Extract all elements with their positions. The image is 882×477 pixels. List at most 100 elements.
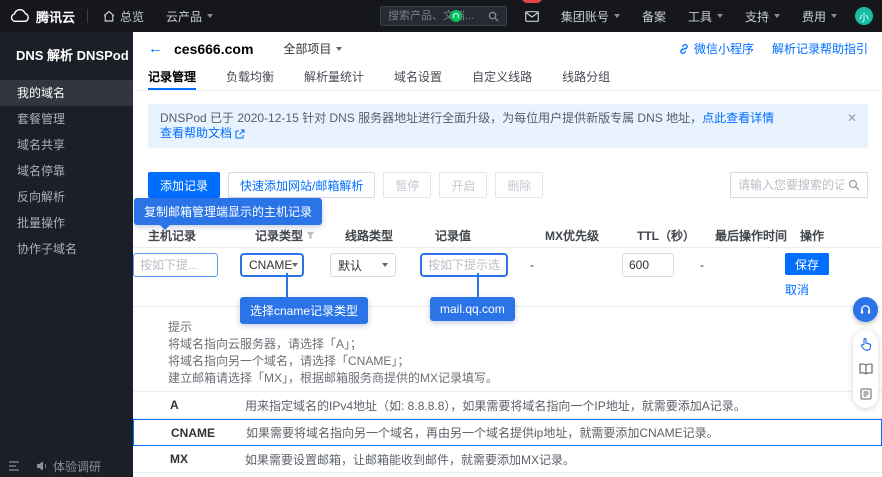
delete-button[interactable]: 删除 xyxy=(495,172,543,198)
collapse-sidebar-icon[interactable] xyxy=(8,461,20,471)
header-links: 微信小程序 解析记录帮助指引 xyxy=(678,40,868,57)
host-record-input[interactable] xyxy=(133,253,218,277)
message-count-badge: 99+ xyxy=(522,0,542,3)
record-table: 主机记录 记录类型 线路类型 记录值 MX优先级 TTL（秒） 最后操作时间 操… xyxy=(133,224,882,307)
help-guide-link[interactable]: 解析记录帮助指引 xyxy=(772,40,868,57)
column-line-type: 线路类型 xyxy=(345,227,435,244)
book-icon xyxy=(859,363,873,375)
chevron-down-icon xyxy=(336,47,342,51)
column-actions: 操作 xyxy=(800,227,882,244)
ttl-input[interactable] xyxy=(622,253,674,277)
nav-messages[interactable]: 99+ xyxy=(514,0,550,32)
megaphone-icon xyxy=(36,460,48,472)
nav-overview[interactable]: 总览 xyxy=(92,0,155,32)
link-icon xyxy=(678,43,690,55)
filter-icon[interactable] xyxy=(306,231,315,240)
type-row-cname: CNAME 如果需要将域名指向另一个域名，再由另一个域名提供ip地址，就需要添加… xyxy=(133,419,882,446)
chevron-down-icon xyxy=(831,14,837,18)
sidebar: DNS 解析 DNSPod 我的域名 套餐管理 域名共享 域名停靠 反向解析 批… xyxy=(0,32,133,477)
project-filter-dropdown[interactable]: 全部项目 xyxy=(283,40,342,57)
sidebar-item-reverse-dns[interactable]: 反向解析 xyxy=(0,184,133,210)
feedback-form-icon xyxy=(860,388,872,400)
save-button[interactable]: 保存 xyxy=(785,253,829,275)
upgrade-notice-banner: DNSPod 已于 2020-12-15 针对 DNS 服务器地址进行全面升级，… xyxy=(148,104,868,148)
line-type-select[interactable]: 默认 xyxy=(330,253,396,277)
host-record-tooltip: 复制邮箱管理端显示的主机记录 xyxy=(134,198,322,225)
survey-label: 体验调研 xyxy=(53,458,101,475)
record-table-header: 主机记录 记录类型 线路类型 记录值 MX优先级 TTL（秒） 最后操作时间 操… xyxy=(133,224,882,248)
survey-link[interactable]: 体验调研 xyxy=(36,458,101,475)
record-search-input[interactable] xyxy=(738,178,844,192)
feedback-button[interactable] xyxy=(858,386,874,402)
sidebar-item-batch-operations[interactable]: 批量操作 xyxy=(0,210,133,236)
envelope-icon xyxy=(525,11,539,22)
column-ttl: TTL（秒） xyxy=(637,227,715,244)
nav-beian[interactable]: 备案 xyxy=(631,0,677,32)
tab-custom-lines[interactable]: 自定义线路 xyxy=(472,65,532,90)
search-icon[interactable] xyxy=(848,179,860,191)
banner-doc-link[interactable]: 查看帮助文档 xyxy=(160,126,232,141)
tencent-cloud-logo[interactable]: 腾讯云 xyxy=(0,7,87,26)
tab-load-balancing[interactable]: 负载均衡 xyxy=(226,65,274,90)
tips-line: 建立邮箱请选择「MX」，根据邮箱服务商提供的MX记录填写。 xyxy=(168,372,882,385)
nav-support-menu[interactable]: 支持 xyxy=(734,0,791,32)
wechat-mini-program-link[interactable]: 微信小程序 xyxy=(678,40,754,57)
banner-detail-link[interactable]: 点此查看详情 xyxy=(702,111,774,125)
cloud-icon xyxy=(10,9,30,23)
mini-program-icon xyxy=(450,10,462,22)
mx-priority-value: - xyxy=(530,253,622,277)
tab-resolution-statistics[interactable]: 解析量统计 xyxy=(304,65,364,90)
search-icon[interactable] xyxy=(488,11,499,22)
tab-line-groups[interactable]: 线路分组 xyxy=(562,65,610,90)
nav-products-label: 云产品 xyxy=(166,8,202,25)
enable-button[interactable]: 开启 xyxy=(439,172,487,198)
record-value-input[interactable] xyxy=(420,253,508,277)
sidebar-footer: 体验调研 xyxy=(0,455,133,477)
topnav-search[interactable] xyxy=(380,6,507,26)
column-record-value: 记录值 xyxy=(435,227,545,244)
guide-hand-button[interactable] xyxy=(858,336,874,352)
sidebar-item-collaborative-subdomains[interactable]: 协作子域名 xyxy=(0,236,133,262)
nav-group-account-menu[interactable]: 集团账号 xyxy=(550,0,631,32)
column-mx-priority: MX优先级 xyxy=(545,227,637,244)
topnav-search-input[interactable] xyxy=(388,10,484,22)
banner-text: DNSPod 已于 2020-12-15 针对 DNS 服务器地址进行全面升级，… xyxy=(160,111,702,125)
record-type-select[interactable]: CNAME xyxy=(240,253,304,277)
home-icon xyxy=(103,10,115,22)
customer-service-button[interactable] xyxy=(853,297,878,322)
nav-products-menu[interactable]: 云产品 xyxy=(155,0,224,32)
close-icon[interactable]: ✕ xyxy=(847,111,857,126)
main-content: ← ces666.com 全部项目 微信小程序 解析记录帮助指引 记录管理 负载… xyxy=(133,32,882,477)
tips-line: 将域名指向云服务器，请选择「A」； xyxy=(168,338,882,351)
tab-record-management[interactable]: 记录管理 xyxy=(148,65,196,90)
banner-line1: DNSPod 已于 2020-12-15 针对 DNS 服务器地址进行全面升级，… xyxy=(160,111,832,126)
cancel-button[interactable]: 取消 xyxy=(785,281,809,298)
sidebar-item-plan-management[interactable]: 套餐管理 xyxy=(0,106,133,132)
brand-label: 腾讯云 xyxy=(36,7,75,26)
column-record-type: 记录类型 xyxy=(255,227,345,244)
quick-add-button[interactable]: 快速添加网站/邮箱解析 xyxy=(228,172,375,198)
type-row-mx: MX 如果需要设置邮箱，让邮箱能收到邮件，就需要添加MX记录。 xyxy=(133,446,882,473)
sidebar-nav: 我的域名 套餐管理 域名共享 域名停靠 反向解析 批量操作 协作子域名 xyxy=(0,80,133,262)
banner-line2: 查看帮助文档 xyxy=(160,126,832,141)
top-navbar: 腾讯云 总览 云产品 小程序 99+ 集团账号 xyxy=(0,0,882,32)
nav-divider xyxy=(87,9,88,23)
sidebar-item-my-domains[interactable]: 我的域名 xyxy=(0,80,133,106)
add-record-button[interactable]: 添加记录 xyxy=(148,172,220,198)
nav-tools-label: 工具 xyxy=(688,8,712,25)
record-search[interactable] xyxy=(730,172,868,198)
tab-domain-settings[interactable]: 域名设置 xyxy=(394,65,442,90)
nav-tools-menu[interactable]: 工具 xyxy=(677,0,734,32)
sidebar-item-domain-parking[interactable]: 域名停靠 xyxy=(0,158,133,184)
back-button[interactable]: ← xyxy=(148,41,163,56)
nav-billing-label: 费用 xyxy=(802,8,826,25)
sidebar-title: DNS 解析 DNSPod xyxy=(0,32,133,80)
pause-button[interactable]: 暂停 xyxy=(383,172,431,198)
user-avatar[interactable]: 小 xyxy=(855,7,873,25)
sidebar-item-domain-sharing[interactable]: 域名共享 xyxy=(0,132,133,158)
nav-billing-menu[interactable]: 费用 xyxy=(791,0,848,32)
nav-group-account-label: 集团账号 xyxy=(561,8,609,25)
tips-line: 将域名指向另一个域名，请选择「CNAME」； xyxy=(168,355,882,368)
app-window: 腾讯云 总览 云产品 小程序 99+ 集团账号 xyxy=(0,0,882,477)
docs-button[interactable] xyxy=(858,361,874,377)
